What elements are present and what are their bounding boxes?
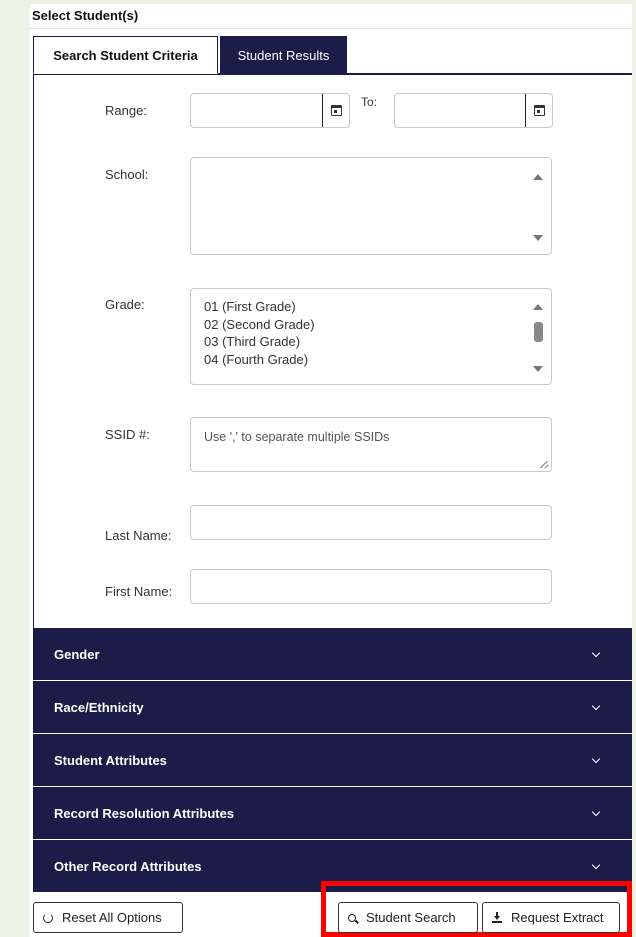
accordion-label: Other Record Attributes xyxy=(54,858,202,874)
grade-select[interactable]: 01 (First Grade) 02 (Second Grade) 03 (T… xyxy=(190,288,552,385)
title-divider xyxy=(30,28,632,29)
accordion-gender[interactable]: Gender xyxy=(33,628,632,681)
student-search-button[interactable]: Student Search xyxy=(338,902,478,933)
chevron-down-icon xyxy=(591,807,601,817)
ssid-label: SSID #: xyxy=(105,427,150,442)
criteria-left-border xyxy=(33,73,34,628)
school-select[interactable] xyxy=(190,157,552,255)
request-extract-label: Request Extract xyxy=(511,910,604,925)
accordion-label: Record Resolution Attributes xyxy=(54,805,235,821)
chevron-down-icon xyxy=(591,648,601,658)
range-to-field[interactable] xyxy=(394,93,553,128)
grade-option[interactable]: 03 (Third Grade) xyxy=(204,333,315,351)
grade-label: Grade: xyxy=(105,297,145,312)
scroll-down-arrow[interactable] xyxy=(533,366,543,372)
accordion-record-resolution-attributes[interactable]: Record Resolution Attributes xyxy=(33,787,632,840)
grade-option[interactable]: 01 (First Grade) xyxy=(204,298,315,316)
ssid-textarea[interactable]: Use ',' to separate multiple SSIDs xyxy=(190,417,552,472)
range-from-field[interactable] xyxy=(190,93,350,128)
grade-options-list: 01 (First Grade) 02 (Second Grade) 03 (T… xyxy=(204,298,315,368)
calendar-icon xyxy=(533,105,545,116)
student-search-label: Student Search xyxy=(366,910,456,925)
to-label: To: xyxy=(361,95,378,109)
reset-all-options-button[interactable]: Reset All Options xyxy=(33,902,183,933)
scroll-up-arrow[interactable] xyxy=(533,174,543,180)
resize-handle-icon[interactable] xyxy=(540,460,548,468)
panel-title: Select Student(s) xyxy=(32,8,139,23)
first-name-field[interactable] xyxy=(190,569,552,604)
download-icon xyxy=(492,912,502,923)
scrollbar-thumb[interactable] xyxy=(534,322,543,342)
reset-icon xyxy=(43,912,53,923)
criteria-tabs: Search Student Criteria Student Results xyxy=(33,36,347,74)
chevron-down-icon xyxy=(591,754,601,764)
accordion-label: Race/Ethnicity xyxy=(54,699,144,715)
request-extract-button[interactable]: Request Extract xyxy=(482,902,620,933)
calendar-icon xyxy=(330,105,342,116)
tab-search-student-criteria[interactable]: Search Student Criteria xyxy=(33,36,218,74)
chevron-down-icon xyxy=(591,860,601,870)
ssid-placeholder: Use ',' to separate multiple SSIDs xyxy=(204,430,390,444)
first-name-label: First Name: xyxy=(105,584,173,599)
accordion-label: Gender xyxy=(54,646,100,662)
accordion-student-attributes[interactable]: Student Attributes xyxy=(33,734,632,787)
last-name-field[interactable] xyxy=(190,505,552,540)
search-icon xyxy=(348,913,356,922)
range-from-calendar-button[interactable] xyxy=(322,94,349,127)
tab-student-results[interactable]: Student Results xyxy=(220,36,347,74)
chevron-down-icon xyxy=(591,701,601,711)
grade-option[interactable]: 02 (Second Grade) xyxy=(204,316,315,334)
accordion-race-ethnicity[interactable]: Race/Ethnicity xyxy=(33,681,632,734)
scroll-down-arrow[interactable] xyxy=(533,235,543,241)
school-label: School: xyxy=(105,167,149,182)
scroll-up-arrow[interactable] xyxy=(533,304,543,310)
accordion-label: Student Attributes xyxy=(54,752,167,768)
range-label: Range: xyxy=(105,103,147,118)
last-name-label: Last Name: xyxy=(105,528,172,543)
grade-option[interactable]: 04 (Fourth Grade) xyxy=(204,351,315,369)
reset-button-label: Reset All Options xyxy=(62,910,162,925)
range-to-calendar-button[interactable] xyxy=(525,94,552,127)
